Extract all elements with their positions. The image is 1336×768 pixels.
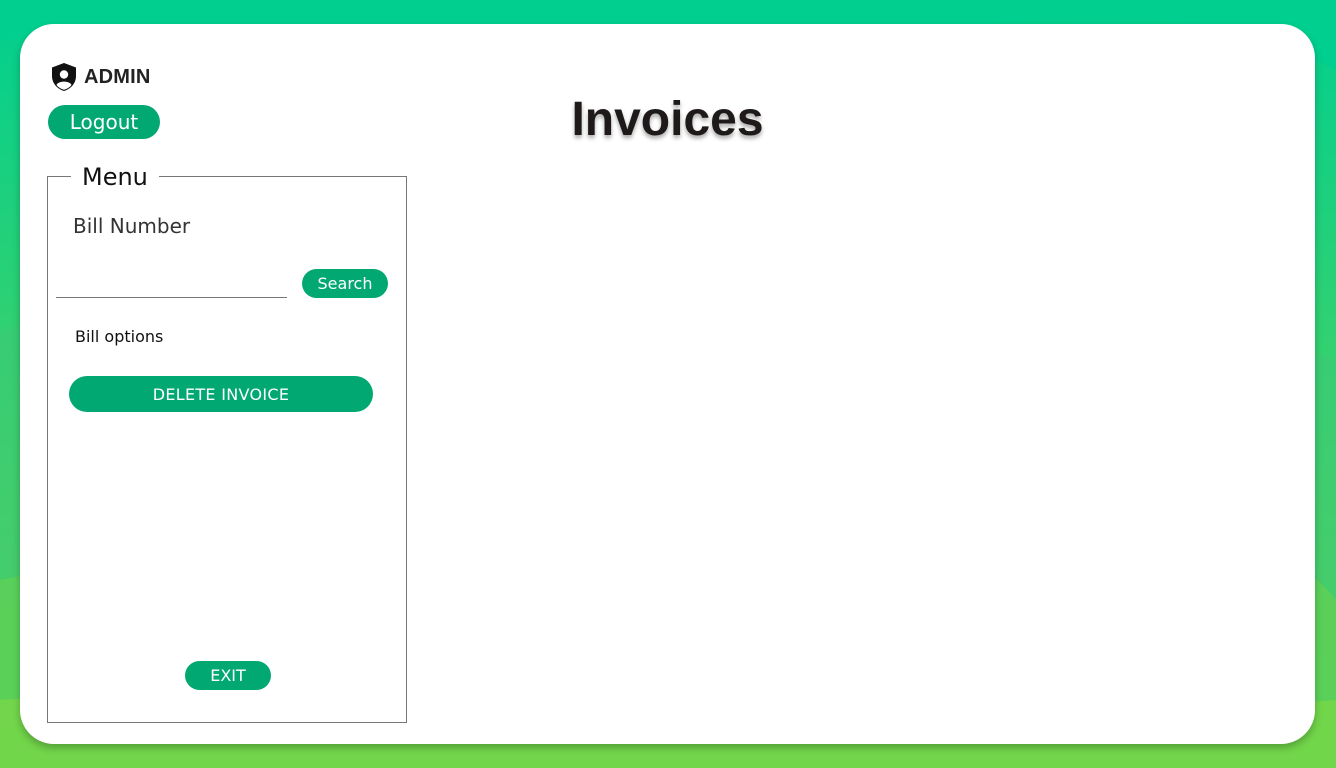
menu-panel: Menu Bill Number Search Bill options DEL… [47,163,407,723]
bill-options-label: Bill options [75,327,164,346]
bill-number-label: Bill Number [73,214,191,238]
main-card: ADMIN Logout Invoices Menu Bill Number S… [20,24,1315,744]
role-label: ADMIN [84,65,151,88]
admin-badge: ADMIN [50,62,151,92]
bill-number-input[interactable] [56,275,287,298]
delete-invoice-button[interactable]: DELETE INVOICE [69,376,373,412]
search-button[interactable]: Search [302,269,388,298]
shield-user-icon [52,63,76,91]
page-title: Invoices [571,93,764,146]
menu-legend: Menu [71,163,159,191]
exit-button[interactable]: EXIT [185,661,271,690]
